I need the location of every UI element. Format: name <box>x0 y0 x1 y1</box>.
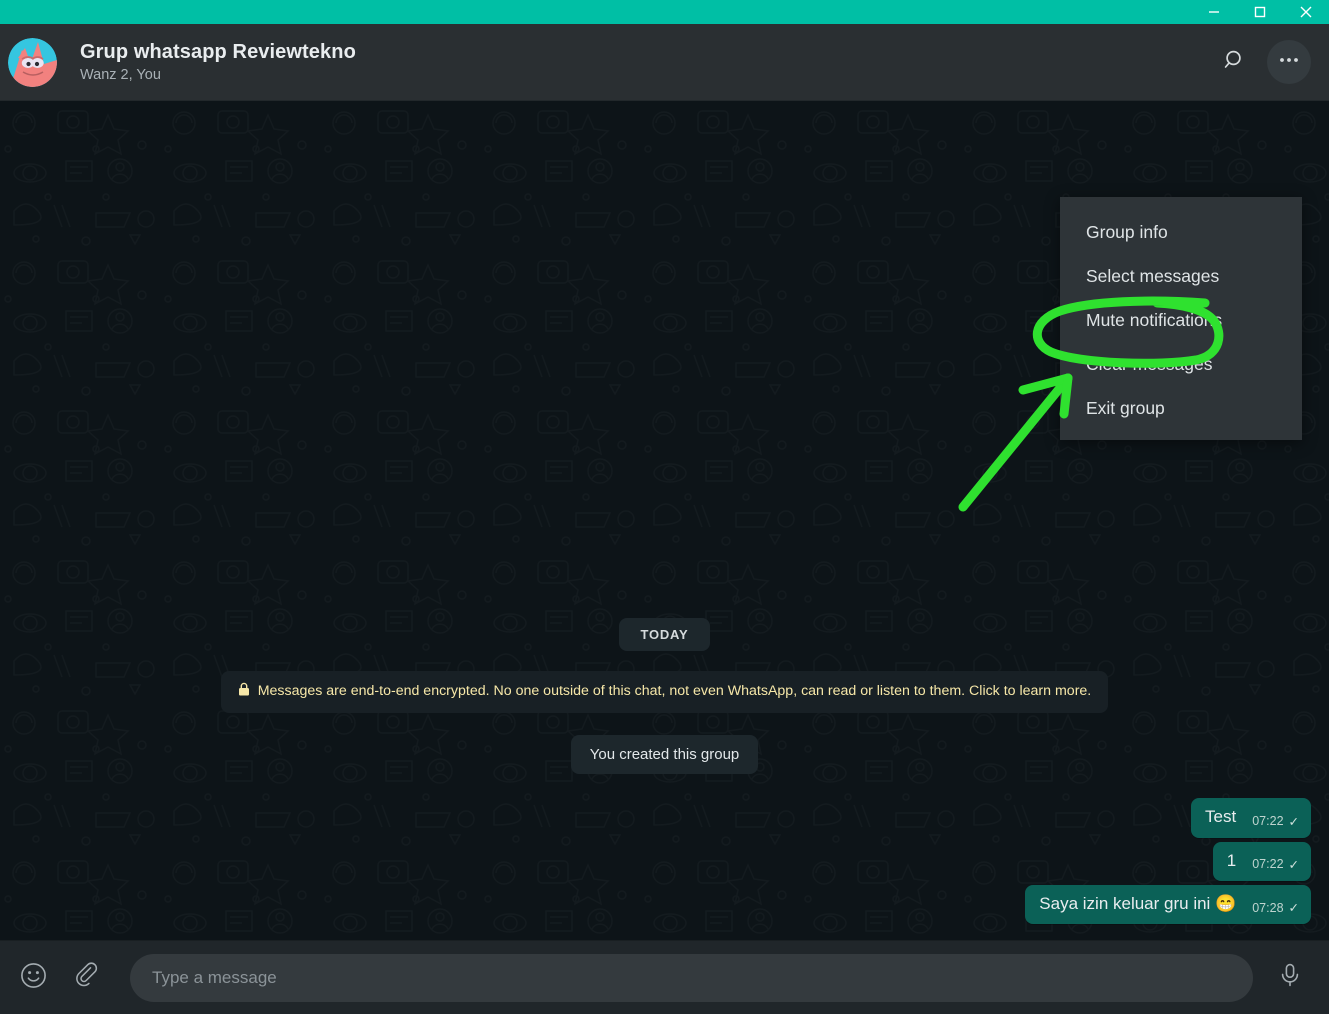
avatar-image <box>8 37 57 87</box>
message-time: 07:22 <box>1252 857 1284 872</box>
attach-button[interactable] <box>64 955 110 1001</box>
message-row: 1 07:22 ✓ <box>18 841 1311 881</box>
emoji-button[interactable] <box>10 955 56 1001</box>
minimize-icon <box>1207 5 1221 19</box>
message-bubble-outgoing[interactable]: Saya izin keluar gru ini 😁 07:28 ✓ <box>1025 884 1311 924</box>
encryption-notice-text: Messages are end-to-end encrypted. No on… <box>257 683 1092 700</box>
header-text[interactable]: Grup whatsapp Reviewtekno Wanz 2, You <box>80 40 1213 84</box>
delivery-check-icon: ✓ <box>1288 814 1299 829</box>
delivery-check-icon: ✓ <box>1288 857 1299 872</box>
whatsapp-window: Grup whatsapp Reviewtekno Wanz 2, You TO… <box>0 0 1329 1014</box>
message-meta: 07:28 ✓ <box>1252 900 1299 916</box>
message-meta: 07:22 ✓ <box>1252 814 1299 830</box>
message-text-body: Saya izin keluar gru ini <box>1039 893 1216 913</box>
paperclip-icon <box>74 961 101 994</box>
message-time: 07:28 <box>1252 900 1284 915</box>
lock-icon <box>238 682 254 700</box>
menu-item-exit-group[interactable]: Exit group <box>1060 387 1302 431</box>
message-row: Test 07:22 ✓ <box>18 798 1311 838</box>
minimize-button[interactable] <box>1191 0 1237 24</box>
message-text: 1 <box>1226 850 1237 870</box>
avatar[interactable] <box>8 37 57 87</box>
encryption-notice[interactable]: Messages are end-to-end encrypted. No on… <box>220 671 1109 714</box>
close-button[interactable] <box>1283 0 1329 24</box>
message-composer <box>0 940 1329 1014</box>
chat-panel: TODAY Messages are end-to-end encrypted.… <box>0 101 1329 940</box>
maximize-button[interactable] <box>1237 0 1283 24</box>
message-input-wrapper[interactable] <box>130 953 1253 1002</box>
chat-participants: Wanz 2, You <box>80 66 161 83</box>
voice-record-button[interactable] <box>1267 955 1313 1001</box>
menu-item-clear-messages[interactable]: Clear messages <box>1060 343 1302 387</box>
overflow-menu-icon <box>1277 48 1301 77</box>
message-row: Saya izin keluar gru ini 😁 07:28 ✓ <box>18 884 1311 924</box>
message-meta: 07:22 ✓ <box>1252 857 1299 873</box>
emoji-icon <box>20 962 47 994</box>
header-actions <box>1213 40 1311 84</box>
grinning-face-emoji: 😁 <box>1215 893 1237 913</box>
day-divider-row: TODAY <box>18 618 1311 652</box>
close-icon <box>1298 4 1314 20</box>
maximize-icon <box>1253 5 1267 19</box>
encryption-notice-row: Messages are end-to-end encrypted. No on… <box>18 671 1311 714</box>
message-input[interactable] <box>152 967 1231 988</box>
system-message: You created this group <box>570 735 759 775</box>
delivery-check-icon: ✓ <box>1288 901 1299 915</box>
message-bubble-outgoing[interactable]: 1 07:22 ✓ <box>1212 841 1311 881</box>
message-text: Test <box>1205 807 1237 827</box>
page-title: Grup whatsapp Reviewtekno <box>80 40 356 63</box>
menu-item-mute-notifications[interactable]: Mute notifications <box>1060 299 1302 343</box>
message-text: Saya izin keluar gru ini 😁 <box>1039 893 1236 916</box>
chat-header: Grup whatsapp Reviewtekno Wanz 2, You <box>0 24 1329 101</box>
microphone-icon <box>1277 962 1303 993</box>
search-button[interactable] <box>1213 40 1257 84</box>
menu-item-select-messages[interactable]: Select messages <box>1060 255 1302 299</box>
message-bubble-outgoing[interactable]: Test 07:22 ✓ <box>1191 798 1311 838</box>
overflow-menu[interactable]: Group info Select messages Mute notifica… <box>1060 197 1302 441</box>
day-divider: TODAY <box>619 618 710 652</box>
system-message-row: You created this group <box>18 735 1311 775</box>
menu-item-group-info[interactable]: Group info <box>1060 211 1302 255</box>
window-titlebar <box>0 0 1329 24</box>
search-icon <box>1223 48 1247 77</box>
overflow-menu-button[interactable] <box>1267 40 1311 84</box>
message-time: 07:22 <box>1252 814 1284 828</box>
